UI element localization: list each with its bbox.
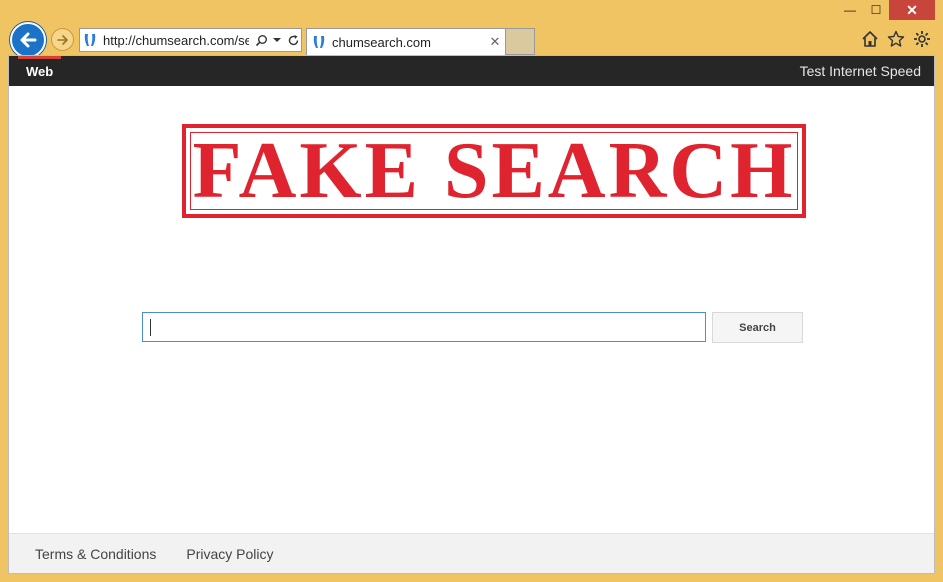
page-content: Web Test Internet Speed FAKE SEARCH Sear…: [8, 55, 935, 574]
new-tab-button[interactable]: [506, 28, 535, 55]
favorites-star-icon[interactable]: [885, 28, 907, 50]
nav-web-tab[interactable]: Web: [17, 56, 62, 86]
terms-conditions-link[interactable]: Terms & Conditions: [35, 546, 156, 562]
footer: Terms & Conditions Privacy Policy: [9, 533, 934, 573]
close-tab-icon[interactable]: ✕: [485, 34, 505, 50]
fake-search-stamp: FAKE SEARCH: [182, 124, 806, 218]
settings-gear-icon[interactable]: [911, 28, 933, 50]
text-caret: [150, 318, 151, 336]
privacy-policy-link[interactable]: Privacy Policy: [186, 546, 273, 562]
browser-toolbar: [859, 28, 933, 50]
dropdown-arrow-icon[interactable]: [269, 31, 285, 49]
search-input[interactable]: [142, 312, 706, 342]
arrow-right-icon: [56, 34, 68, 45]
address-bar[interactable]: http://chumsearch.com/se: [79, 28, 302, 52]
refresh-icon[interactable]: [285, 31, 301, 49]
home-icon[interactable]: [859, 28, 881, 50]
close-window-button[interactable]: ✕: [889, 0, 935, 20]
site-favicon-icon: [84, 34, 96, 46]
search-button[interactable]: Search: [712, 312, 803, 343]
minimize-button[interactable]: —: [837, 0, 863, 20]
stamp-inner-border: [190, 132, 798, 210]
nav-test-internet-speed-link[interactable]: Test Internet Speed: [800, 63, 921, 79]
search-icon[interactable]: [253, 31, 269, 49]
top-nav-bar: Web Test Internet Speed: [9, 56, 934, 86]
browser-tab[interactable]: chumsearch.com ✕: [306, 28, 506, 55]
maximize-button[interactable]: ☐: [863, 0, 889, 20]
forward-button[interactable]: [51, 28, 74, 51]
window-controls: — ☐ ✕: [837, 0, 935, 22]
tab-title: chumsearch.com: [332, 34, 431, 50]
arrow-left-icon: [20, 32, 37, 48]
site-favicon-icon: [313, 36, 325, 48]
back-button[interactable]: [10, 22, 46, 58]
address-text[interactable]: http://chumsearch.com/se: [103, 33, 249, 48]
